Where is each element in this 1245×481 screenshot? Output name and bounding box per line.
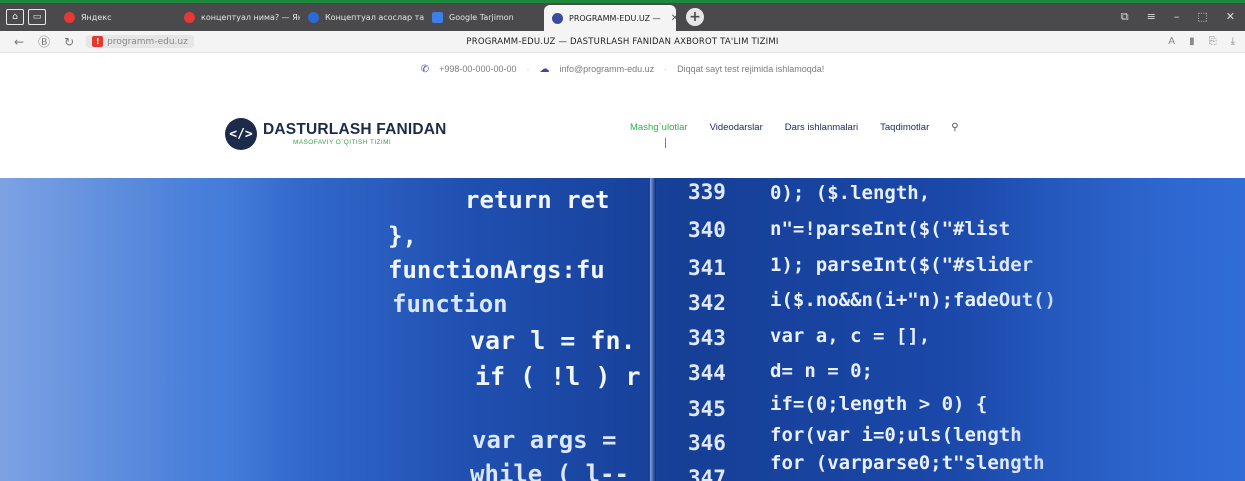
back-icon[interactable]: ←: [14, 35, 24, 49]
maximize-icon[interactable]: ⬚: [1197, 10, 1207, 24]
logo-title: DASTURLASH FANIDAN: [263, 120, 447, 138]
code-line: return ret: [465, 186, 610, 214]
line-number: 347: [688, 466, 726, 481]
menu-item-videodarslar[interactable]: Videodarslar: [710, 122, 763, 133]
warning-icon: !: [92, 36, 104, 47]
menu-icon[interactable]: ≡: [1147, 10, 1156, 24]
menu-item-taqdimotlar[interactable]: Taqdimotlar: [880, 122, 929, 133]
browser-tab-bar: ⌂ ▭ Яндекс концептуал нима? — Янд Концеп…: [0, 3, 1245, 31]
code-line: var a, c = [],: [770, 325, 931, 347]
document-icon: [308, 11, 319, 23]
code-line: if=(0;length > 0) {: [770, 393, 988, 415]
browser-logo-icon[interactable]: Ⓑ: [38, 33, 50, 50]
active-menu-indicator: [665, 138, 666, 148]
translate-icon: [432, 11, 443, 23]
phone-number[interactable]: +998-00-000-00-00: [439, 64, 516, 74]
new-tab-button[interactable]: +: [686, 8, 704, 26]
code-line: 0); ($.length,: [770, 182, 931, 204]
line-number: 339: [688, 180, 726, 204]
tab-label: Яндекс: [81, 12, 112, 22]
logo-subtitle: MASOFAVIY O`QITISH TIZIMI: [293, 138, 392, 146]
tab-label: Google Tarjimon: [449, 12, 514, 22]
line-number: 342: [688, 291, 726, 315]
line-number: 345: [688, 397, 726, 421]
tab-google-translate[interactable]: Google Tarjimon: [424, 6, 544, 28]
close-window-icon[interactable]: ✕: [1226, 10, 1235, 24]
yandex-icon: [184, 11, 195, 23]
address-actions: A ▮ ⎘ ⤓: [1168, 36, 1245, 47]
code-line: function: [392, 290, 508, 318]
tab-yandex[interactable]: Яндекс: [56, 6, 176, 28]
code-line: var l = fn.: [470, 326, 636, 355]
main-menu: Mashg`ulotlar Videodarslar Dars ishlanma…: [630, 122, 959, 133]
bookmark-icon[interactable]: ▮: [1189, 36, 1195, 47]
site-logo[interactable]: </> DASTURLASH FANIDAN MASOFAVIY O`QITIS…: [225, 118, 447, 150]
site-info-bar: ✆ +998-00-000-00-00 · ☁ info@programm-ed…: [0, 53, 1245, 85]
site-icon: [552, 12, 563, 24]
line-number: 344: [688, 361, 726, 385]
phone-icon: ✆: [420, 63, 430, 75]
code-line: d= n = 0;: [770, 360, 873, 382]
separator: ·: [526, 64, 530, 74]
yandex-icon: [64, 11, 75, 23]
menu-item-dars-ishlanmalari[interactable]: Dars ishlanmalari: [785, 122, 858, 133]
line-number: 343: [688, 326, 726, 350]
cloud-icon: ☁: [539, 63, 550, 75]
email-link[interactable]: info@programm-edu.uz: [559, 64, 654, 74]
window-controls: ⧉ ≡ – ⬚ ✕: [1121, 10, 1245, 24]
tab-concept-search[interactable]: концептуал нима? — Янд: [176, 6, 300, 28]
reader-icon[interactable]: A: [1168, 36, 1175, 47]
url-text: programm-edu.uz: [107, 36, 188, 47]
share-icon[interactable]: ⎘: [1209, 36, 1217, 47]
separator: ·: [664, 64, 668, 74]
tab-label: концептуал нима? — Янд: [201, 12, 300, 22]
test-notice: Diqqat sayt test rejimida ishlamoqda!: [677, 64, 825, 74]
minimize-icon[interactable]: –: [1174, 10, 1180, 24]
site-header: </> DASTURLASH FANIDAN MASOFAVIY O`QITIS…: [0, 85, 1245, 178]
address-bar: ← Ⓑ ↻ ! programm-edu.uz PROGRAMM-EDU.UZ …: [0, 31, 1245, 53]
line-number: 346: [688, 431, 726, 455]
hero-right-fade: [985, 178, 1245, 481]
snap-icon[interactable]: ⧉: [1121, 10, 1129, 24]
code-line: n"=!parseInt($("#list: [770, 218, 1011, 240]
code-line: for(var i=0;uls(length: [770, 424, 1022, 446]
close-tab-icon[interactable]: ✕: [671, 13, 676, 24]
code-line: functionArgs:fu: [388, 256, 605, 284]
tab-label: PROGRAMM-EDU.UZ —: [569, 13, 661, 23]
line-number: 341: [688, 256, 726, 280]
hero-banner: return ret }, functionArgs:fu function v…: [0, 178, 1245, 481]
tab-label: Концептуал асослар тақд: [325, 12, 424, 22]
tab-concept-presentation[interactable]: Концептуал асослар тақд: [300, 6, 424, 28]
reload-icon[interactable]: ↻: [64, 35, 74, 49]
code-line: if ( !l ) r: [475, 362, 641, 391]
code-line: while ( l--: [470, 460, 629, 481]
tab-programm-edu[interactable]: PROGRAMM-EDU.UZ — ✕: [544, 5, 676, 31]
search-icon[interactable]: ⚲: [951, 122, 958, 133]
code-logo-icon: </>: [225, 118, 257, 150]
line-number: 340: [688, 218, 726, 242]
editor-divider: [650, 178, 656, 481]
url-field[interactable]: ! programm-edu.uz: [86, 35, 194, 48]
hero-glow: [0, 178, 300, 481]
tabs-icon[interactable]: ▭: [28, 9, 46, 25]
home-icon[interactable]: ⌂: [6, 9, 24, 25]
menu-item-mashgulotlar[interactable]: Mashg`ulotlar: [630, 122, 688, 133]
window-icons: ⌂ ▭: [0, 9, 56, 25]
download-icon[interactable]: ⤓: [1231, 36, 1235, 47]
code-line: var args =: [472, 426, 631, 454]
code-line: },: [388, 222, 417, 250]
